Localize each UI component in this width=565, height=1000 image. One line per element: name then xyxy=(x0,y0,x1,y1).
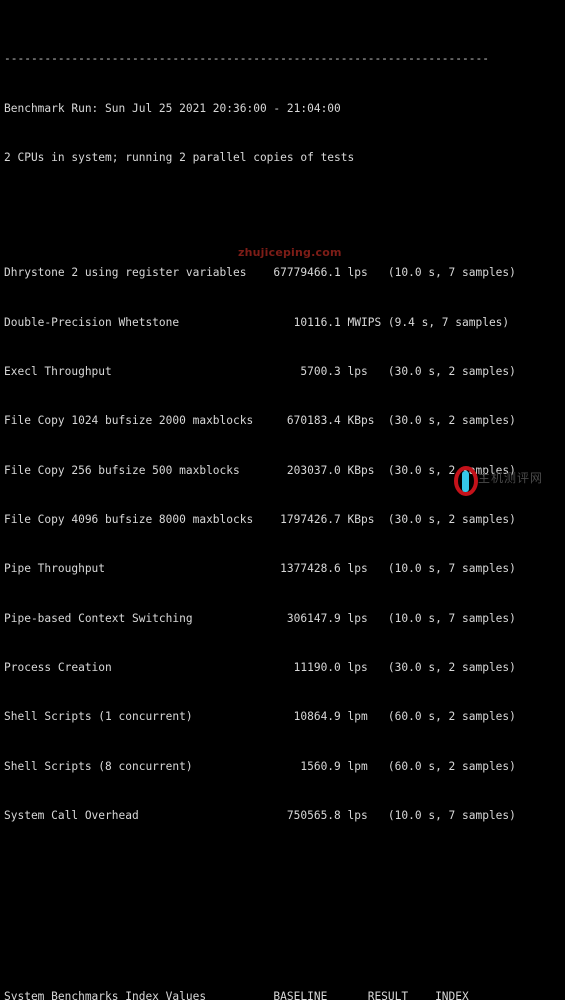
result-row: Double-Precision Whetstone 10116.1 MWIPS… xyxy=(4,315,510,329)
result-row: Pipe Throughput 1377428.6 lps (10.0 s, 7… xyxy=(4,562,516,576)
cpu-info-header: 2 CPUs in system; running 2 parallel cop… xyxy=(4,151,355,165)
result-row: File Copy 4096 bufsize 8000 maxblocks 17… xyxy=(4,512,516,526)
site-watermark: zhujiceping.com xyxy=(238,246,342,259)
benchmark-run-header: Benchmark Run: Sun Jul 25 2021 20:36:00 … xyxy=(4,101,341,115)
result-row: File Copy 1024 bufsize 2000 maxblocks 67… xyxy=(4,414,516,428)
result-row: File Copy 256 bufsize 500 maxblocks 2030… xyxy=(4,463,516,477)
result-row: Process Creation 11190.0 lps (30.0 s, 2 … xyxy=(4,660,516,674)
result-row: Pipe-based Context Switching 306147.9 lp… xyxy=(4,611,516,625)
result-row: System Call Overhead 750565.8 lps (10.0 … xyxy=(4,808,516,822)
top-separator-rule: ----------------------------------------… xyxy=(4,52,489,66)
result-row: Shell Scripts (1 concurrent) 10864.9 lpm… xyxy=(4,710,516,724)
result-row: Execl Throughput 5700.3 lps (30.0 s, 2 s… xyxy=(4,364,516,378)
result-row: Shell Scripts (8 concurrent) 1560.9 lpm … xyxy=(4,759,516,773)
terminal-output: ----------------------------------------… xyxy=(0,0,565,1000)
result-row: Dhrystone 2 using register variables 677… xyxy=(4,266,516,280)
index-table-header: System Benchmarks Index Values BASELINE … xyxy=(4,989,469,1000)
